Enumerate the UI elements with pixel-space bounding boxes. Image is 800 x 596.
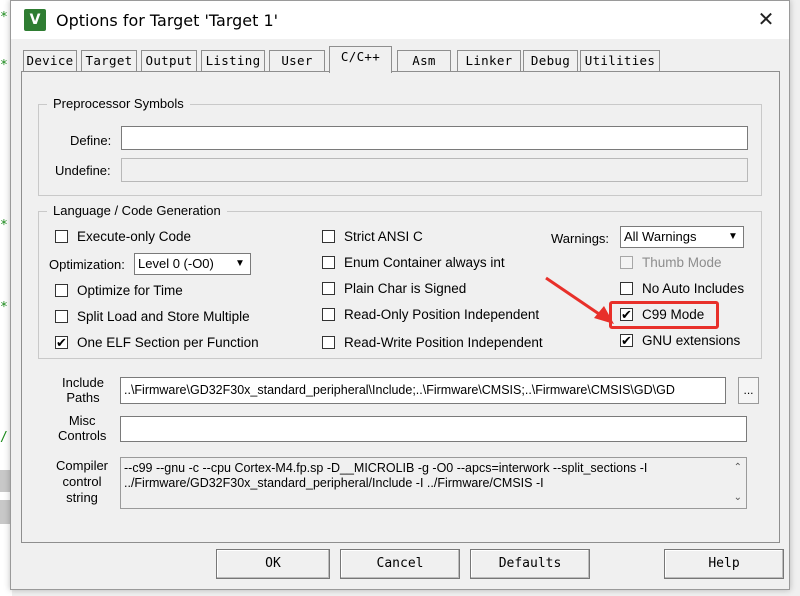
thumb-mode-label: Thumb Mode [642, 255, 722, 270]
options-dialog: V Options for Target 'Target 1' ✕ Device… [10, 0, 790, 590]
strict-ansi-checkbox[interactable]: Strict ANSI C [322, 229, 423, 244]
checkbox-box[interactable] [55, 230, 68, 243]
check-icon: ✔ [56, 335, 67, 350]
dropdown-arrow-icon: ▼ [728, 231, 738, 242]
preprocessor-group: Preprocessor Symbols Define: Undefine: [38, 96, 762, 196]
background-mark: * [0, 58, 8, 73]
checkbox-box[interactable] [55, 310, 68, 323]
include-paths-input[interactable]: ..\Firmware\GD32F30x_standard_peripheral… [120, 377, 726, 404]
one-elf-label: One ELF Section per Function [77, 335, 259, 350]
optimization-label: Optimization: [49, 257, 125, 272]
no-auto-includes-label: No Auto Includes [642, 281, 745, 296]
checkbox-box[interactable] [620, 256, 633, 269]
misc-controls-label: Misc Controls [58, 413, 107, 443]
tab-linker[interactable]: Linker [457, 50, 521, 72]
execute-only-checkbox[interactable]: Execute-only Code [55, 229, 191, 244]
title-bar: V Options for Target 'Target 1' ✕ [11, 1, 789, 39]
strict-ansi-label: Strict ANSI C [344, 229, 423, 244]
language-legend: Language / Code Generation [47, 203, 227, 218]
rw-pi-label: Read-Write Position Independent [344, 335, 543, 350]
check-icon: ✔ [621, 333, 632, 348]
include-paths-label: Include Paths [62, 375, 104, 405]
compiler-control-label: Compiler control string [56, 458, 109, 505]
undefine-label: Undefine: [55, 163, 111, 178]
tab-listing[interactable]: Listing [201, 50, 265, 72]
rw-pi-checkbox[interactable]: Read-Write Position Independent [322, 335, 543, 350]
language-codegen-group: Language / Code Generation Execute-only … [38, 203, 762, 359]
define-input[interactable] [121, 126, 748, 150]
thumb-mode-checkbox[interactable]: Thumb Mode [620, 255, 722, 270]
checkbox-box[interactable] [322, 230, 335, 243]
plain-char-label: Plain Char is Signed [344, 281, 467, 296]
checkbox-box[interactable]: ✔ [620, 334, 633, 347]
optimize-time-label: Optimize for Time [77, 283, 183, 298]
checkbox-box[interactable] [322, 256, 335, 269]
optimize-time-checkbox[interactable]: Optimize for Time [55, 283, 183, 298]
warnings-select[interactable]: All Warnings ▼ [620, 226, 744, 248]
window-title: Options for Target 'Target 1' [56, 11, 279, 30]
ro-pi-checkbox[interactable]: Read-Only Position Independent [322, 307, 539, 322]
background-mark: * [0, 218, 8, 233]
background-mark: * [0, 300, 8, 315]
compiler-control-text: --c99 --gnu -c --cpu Cortex-M4.fp.sp -D_… [124, 461, 648, 490]
annotation-arrow-icon [545, 276, 614, 324]
warnings-value: All Warnings [624, 229, 697, 244]
close-icon: ✕ [757, 9, 775, 31]
checkbox-box[interactable] [55, 284, 68, 297]
tab-target[interactable]: Target [81, 50, 137, 72]
define-label: Define: [70, 133, 112, 148]
background-mark: / [0, 430, 8, 445]
split-load-checkbox[interactable]: Split Load and Store Multiple [55, 309, 250, 324]
compiler-control-string: --c99 --gnu -c --cpu Cortex-M4.fp.sp -D_… [120, 457, 747, 509]
tab-device[interactable]: Device [23, 50, 77, 72]
tab-utilities[interactable]: Utilities [580, 50, 660, 72]
ro-pi-label: Read-Only Position Independent [344, 307, 540, 322]
optimization-value: Level 0 (-O0) [138, 256, 214, 271]
c-cpp-panel: Preprocessor Symbols Define: Undefine: L… [21, 71, 780, 543]
split-load-label: Split Load and Store Multiple [77, 309, 250, 324]
enum-container-label: Enum Container always int [344, 255, 505, 270]
one-elf-checkbox[interactable]: ✔ One ELF Section per Function [55, 335, 259, 350]
tab-output[interactable]: Output [141, 50, 197, 72]
tab-debug[interactable]: Debug [523, 50, 578, 72]
background-mark: * [0, 10, 8, 25]
tab-user[interactable]: User [269, 50, 325, 72]
misc-controls-input[interactable] [120, 416, 747, 442]
tab-asm[interactable]: Asm [397, 50, 451, 72]
scroll-up-icon[interactable]: ⌃ [734, 460, 742, 475]
enum-container-checkbox[interactable]: Enum Container always int [322, 255, 505, 270]
preprocessor-legend: Preprocessor Symbols [47, 96, 190, 111]
plain-char-checkbox[interactable]: Plain Char is Signed [322, 281, 466, 296]
include-browse-button[interactable]: ... [738, 377, 759, 404]
warnings-label: Warnings: [551, 231, 610, 246]
undefine-input[interactable] [121, 158, 748, 182]
gnu-extensions-label: GNU extensions [642, 333, 741, 348]
checkbox-box[interactable]: ✔ [55, 336, 68, 349]
cancel-button[interactable]: Cancel [340, 549, 460, 579]
tab-c-cpp[interactable]: C/C++ [329, 46, 392, 73]
checkbox-box[interactable] [322, 308, 335, 321]
help-button[interactable]: Help [664, 549, 784, 579]
defaults-button[interactable]: Defaults [470, 549, 590, 579]
uvision-icon: V [24, 9, 46, 31]
scroll-down-icon[interactable]: ⌄ [734, 490, 742, 505]
checkbox-box[interactable] [322, 282, 335, 295]
dropdown-arrow-icon: ▼ [235, 258, 245, 269]
execute-only-label: Execute-only Code [77, 229, 192, 244]
no-auto-includes-checkbox[interactable]: No Auto Includes [620, 281, 744, 296]
c99-highlight-box [609, 301, 719, 329]
close-button[interactable]: ✕ [743, 1, 789, 39]
gnu-extensions-checkbox[interactable]: ✔ GNU extensions [620, 333, 740, 348]
checkbox-box[interactable] [322, 336, 335, 349]
ok-button[interactable]: OK [216, 549, 330, 579]
optimization-select[interactable]: Level 0 (-O0) ▼ [134, 253, 251, 275]
